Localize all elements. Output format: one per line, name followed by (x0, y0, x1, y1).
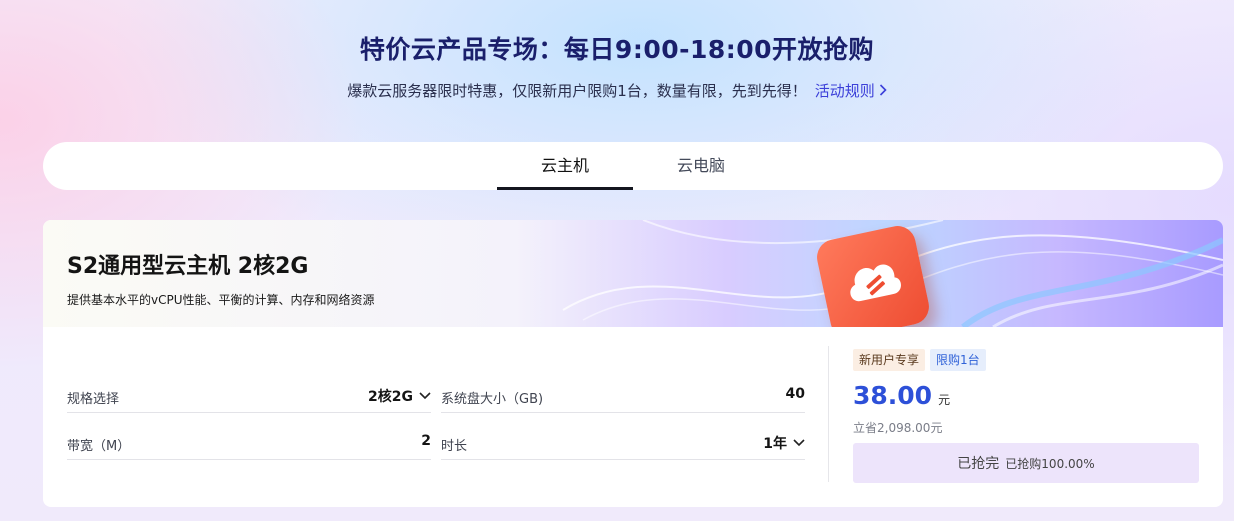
sold-percentage: 已抢购100.00% (1005, 457, 1095, 471)
disk-size-value: 40 (785, 386, 805, 402)
spec-row-config: 规格选择 2核2G (67, 367, 431, 413)
price: 38.00 元 (853, 381, 950, 410)
duration-dropdown[interactable]: 1年 (763, 433, 805, 453)
chevron-down-icon (419, 388, 431, 404)
bandwidth-label: 带宽（M） (67, 439, 131, 454)
spec-options: 规格选择 2核2G 系统盘大小（GB) 40 带宽（M） 2 时长 1年 (67, 327, 805, 507)
spec-select-label: 规格选择 (67, 392, 120, 407)
tab-cloud-host-label: 云主机 (540, 156, 589, 175)
product-card: S2通用型云主机 2核2G 提供基本水平的vCPU性能、平衡的计算、内存和网络资… (43, 220, 1223, 507)
product-tabs: 云主机 云电脑 (43, 142, 1223, 190)
page-title: 特价云产品专场：每日9:00-18:00开放抢购 (359, 35, 875, 64)
savings-text: 立省2,098.00元 (853, 421, 943, 435)
purchase-limit-badge: 限购1台 (930, 349, 986, 371)
disk-size-label: 系统盘大小（GB) (441, 392, 544, 407)
vertical-divider (828, 346, 829, 482)
page-subtitle: 爆款云服务器限时特惠，仅限新用户限购1台，数量有限，先到先得！ 活动规则 (0, 80, 1234, 101)
active-tab-indicator (497, 187, 633, 190)
activity-rules-link[interactable]: 活动规则 (815, 82, 887, 100)
spec-select-value: 2核2G (368, 389, 413, 405)
spec-row-duration: 时长 1年 (441, 414, 805, 460)
duration-label: 时长 (441, 439, 468, 454)
new-user-badge: 新用户专享 (853, 349, 926, 371)
tab-cloud-host[interactable]: 云主机 (497, 142, 633, 190)
price-amount: 38.00 (853, 381, 933, 410)
tab-cloud-desktop-label: 云电脑 (676, 156, 725, 175)
tab-cloud-desktop[interactable]: 云电脑 (633, 142, 769, 190)
product-name: S2通用型云主机 2核2G (67, 254, 309, 279)
product-description: 提供基本水平的vCPU性能、平衡的计算、内存和网络资源 (67, 293, 375, 307)
chevron-down-icon (793, 435, 805, 451)
sold-out-button[interactable]: 已抢完 已抢购100.00% (853, 443, 1199, 483)
price-panel: 新用户专享 限购1台 38.00 元 立省2,098.00元 已抢完 已抢购100.… (853, 327, 1199, 507)
price-unit: 元 (938, 393, 951, 407)
spec-row-bandwidth: 带宽（M） 2 (67, 414, 431, 460)
product-banner: S2通用型云主机 2核2G 提供基本水平的vCPU性能、平衡的计算、内存和网络资… (43, 220, 1223, 327)
activity-rules-label: 活动规则 (814, 82, 875, 100)
spec-select-dropdown[interactable]: 2核2G (368, 386, 431, 406)
promo-text: 爆款云服务器限时特惠，仅限新用户限购1台，数量有限，先到先得！ (347, 82, 807, 100)
chevron-right-icon (879, 84, 887, 100)
bandwidth-value: 2 (421, 433, 431, 449)
spec-row-disk: 系统盘大小（GB) 40 (441, 367, 805, 413)
duration-value: 1年 (763, 436, 787, 452)
sold-out-label: 已抢完 (957, 456, 1000, 472)
